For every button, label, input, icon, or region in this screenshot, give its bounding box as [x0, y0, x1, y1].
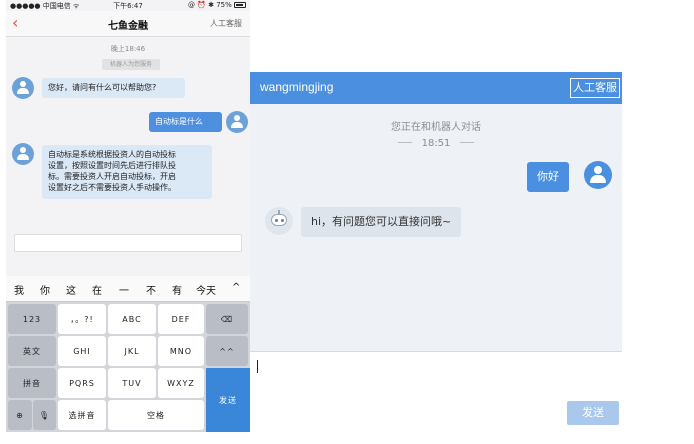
human-service-button[interactable]: 人工客服 [210, 18, 242, 29]
numbers-key[interactable]: 123 [8, 304, 56, 334]
message-line: 设置，按照设置时间先后进行排队投 [48, 161, 176, 170]
send-button[interactable]: 发送 [567, 401, 619, 425]
keyboard: 我 你 这 在 一 不 有 今天 ^ 123 ，。?! ABC DEF ⌫ 英文… [6, 276, 250, 432]
candidate-word[interactable]: 我 [14, 282, 24, 297]
visitor-name: wangmingjing [260, 80, 334, 94]
candidate-bar: 我 你 这 在 一 不 有 今天 ^ [6, 276, 250, 302]
message-line: 设置好之后不需要投资人手动操作。 [48, 183, 176, 192]
nav-bar: ‹ 七鱼金融 人工客服 [6, 11, 250, 37]
chat-timestamp: 晚上18:46 [110, 45, 146, 53]
tuv-key[interactable]: TUV [108, 368, 156, 398]
web-chat-panel: wangmingjing 人工客服 您正在和机器人对话 18:51 你好 hi，… [250, 0, 622, 432]
agent-avatar-icon [12, 143, 34, 165]
battery-percent: @ ⏰ ✱ 75% [187, 1, 232, 9]
message-editor[interactable]: 发送 [250, 353, 622, 432]
divider [397, 142, 412, 143]
battery-icon [234, 2, 246, 8]
expand-candidates-icon[interactable]: ^ [232, 282, 240, 293]
message-input[interactable] [14, 234, 242, 252]
robot-service-tag: 机器人为您服务 [102, 59, 160, 70]
microphone-icon[interactable]: 🎙 [33, 400, 56, 430]
candidate-word[interactable]: 在 [92, 282, 102, 297]
select-pinyin-key[interactable]: 选拼音 [58, 400, 106, 430]
pinyin-key[interactable]: 拼音 [8, 368, 56, 398]
delete-key-icon[interactable]: ⌫ [206, 304, 248, 334]
mobile-chat-screen: ●●●●● 中国电信 ᯤ 下午6:47 @ ⏰ ✱ 75% ‹ 七鱼金融 人工客… [6, 0, 250, 432]
robot-avatar-icon [265, 207, 293, 235]
message-bubble-incoming: 自动标是系统根据投资人的自动投标 设置，按照设置时间先后进行排队投 标。需要投资… [42, 145, 212, 199]
emoticon-key[interactable]: ^^ [206, 336, 248, 366]
space-key[interactable]: 空格 [108, 400, 204, 430]
english-key[interactable]: 英文 [8, 336, 56, 366]
status-indicators: @ ⏰ ✱ 75% [188, 1, 246, 9]
def-key[interactable]: DEF [158, 304, 204, 334]
abc-key[interactable]: ABC [108, 304, 156, 334]
web-message-area: 您正在和机器人对话 18:51 你好 hi，有问题您可以直接问哦~ [250, 104, 622, 352]
message-bubble-incoming: hi，有问题您可以直接问哦~ [301, 207, 462, 237]
divider [460, 142, 475, 143]
web-chat-header: wangmingjing 人工客服 [250, 72, 622, 104]
globe-icon[interactable]: ⊕ [8, 400, 32, 430]
candidate-word[interactable]: 你 [40, 282, 50, 297]
robot-notice: 您正在和机器人对话 [391, 122, 481, 133]
message-bubble-outgoing: 自动标是什么 [149, 112, 222, 132]
user-avatar-icon [226, 111, 248, 133]
punctuation-key[interactable]: ，。?! [58, 304, 106, 334]
text-caret [257, 360, 258, 373]
pqrs-key[interactable]: PQRS [58, 368, 106, 398]
ghi-key[interactable]: GHI [58, 336, 106, 366]
wxyz-key[interactable]: WXYZ [158, 368, 204, 398]
message-line: 标。需要投资人开启自动投标，开启 [48, 172, 176, 181]
message-bubble-incoming: 您好，请问有什么可以帮助您? [42, 78, 185, 98]
agent-avatar-icon [12, 77, 34, 99]
message-line: 自动标是系统根据投资人的自动投标 [48, 150, 176, 159]
user-avatar-icon [584, 161, 612, 189]
candidate-word[interactable]: 有 [172, 282, 182, 297]
candidate-word[interactable]: 一 [119, 282, 129, 297]
send-key[interactable]: 发送 [206, 368, 250, 432]
message-bubble-outgoing: 你好 [527, 162, 569, 192]
human-service-button[interactable]: 人工客服 [570, 78, 620, 98]
timestamp-text: 18:51 [421, 138, 451, 149]
chat-timestamp: 18:51 [250, 138, 622, 149]
candidate-word[interactable]: 今天 [196, 282, 216, 297]
candidate-word[interactable]: 这 [66, 282, 76, 297]
jkl-key[interactable]: JKL [108, 336, 156, 366]
mno-key[interactable]: MNO [158, 336, 204, 366]
status-bar: ●●●●● 中国电信 ᯤ 下午6:47 @ ⏰ ✱ 75% [6, 0, 250, 11]
candidate-word[interactable]: 不 [146, 282, 156, 297]
